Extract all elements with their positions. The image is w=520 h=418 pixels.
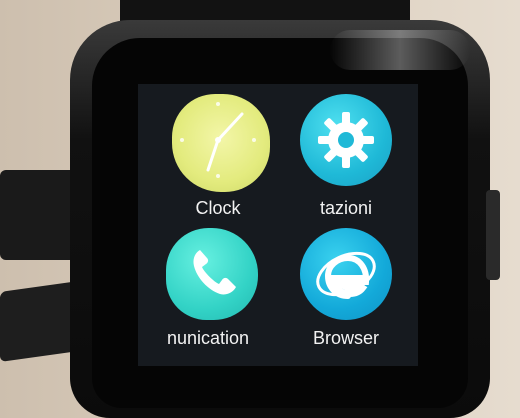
clock-icon (172, 94, 270, 192)
clock-glyph (180, 102, 256, 178)
watch-side-button[interactable] (486, 190, 500, 280)
app-label-settings: tazioni (319, 198, 373, 218)
watch-screen: Clock tazioni nunication Browser (138, 84, 418, 366)
app-label-clock: Clock (195, 198, 241, 218)
app-label-browser: Browser (312, 328, 379, 348)
phone-glyph (193, 250, 236, 295)
bezel-reflection (330, 30, 470, 70)
gear-icon (300, 94, 392, 186)
browser-glyph (316, 251, 376, 299)
gear-glyph (318, 112, 374, 168)
phone-icon (166, 228, 258, 320)
app-label-communication: nunication (166, 328, 250, 348)
photo-scene: Clock tazioni nunication Browser (0, 0, 520, 418)
browser-icon (300, 228, 392, 320)
